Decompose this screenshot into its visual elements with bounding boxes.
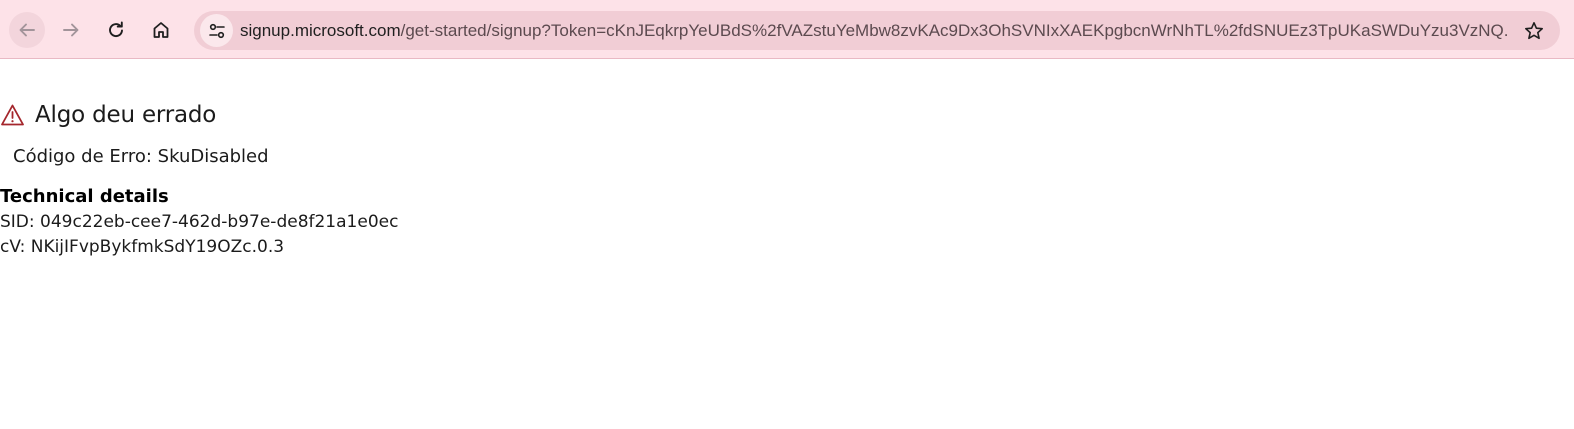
home-icon <box>153 22 169 38</box>
arrow-left-icon <box>19 23 35 37</box>
cv-value: cV: NKijIFvpBykfmkSdY19OZc.0.3 <box>0 237 285 257</box>
url-host: signup.microsoft.com <box>240 21 401 40</box>
warning-triangle-icon <box>1 104 24 126</box>
tune-icon <box>208 23 225 38</box>
error-title: Algo deu errado <box>35 102 217 128</box>
reload-icon <box>109 21 123 37</box>
home-button[interactable] <box>143 12 179 48</box>
bookmark-button[interactable] <box>1522 19 1546 43</box>
technical-details-title: Technical details <box>0 186 169 207</box>
arrow-right-icon <box>63 23 79 37</box>
back-button[interactable] <box>9 12 45 48</box>
url-text[interactable]: signup.microsoft.com/get-started/signup?… <box>240 11 1510 50</box>
reload-button[interactable] <box>98 12 134 48</box>
error-heading: Algo deu errado <box>0 100 216 130</box>
browser-toolbar: signup.microsoft.com/get-started/signup?… <box>0 0 1574 59</box>
site-info-button[interactable] <box>200 14 233 47</box>
star-icon <box>1525 22 1543 40</box>
address-bar[interactable]: signup.microsoft.com/get-started/signup?… <box>194 11 1560 50</box>
sid-value: SID: 049c22eb-cee7-462d-b97e-de8f21a1e0e… <box>0 212 399 232</box>
error-code: Código de Erro: SkuDisabled <box>13 146 269 167</box>
forward-button[interactable] <box>53 12 89 48</box>
url-path: /get-started/signup?Token=cKnJEqkrpYeUBd… <box>400 21 1510 40</box>
